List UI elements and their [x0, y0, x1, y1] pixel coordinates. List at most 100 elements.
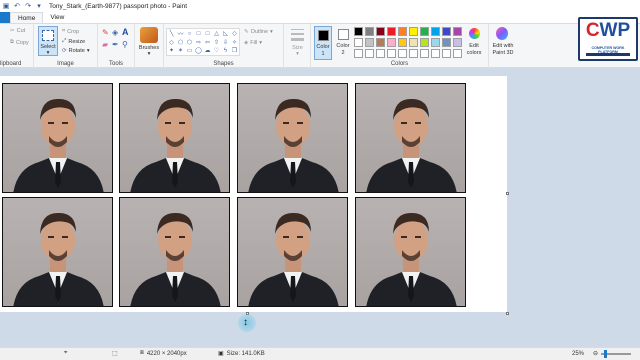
- palette-swatch[interactable]: [442, 49, 451, 58]
- size-line-icon: [291, 38, 304, 41]
- shapes-group-label: Shapes: [213, 61, 234, 67]
- shape-item[interactable]: ⬠: [178, 39, 183, 46]
- fill-bucket-icon[interactable]: ◈: [112, 28, 118, 37]
- tab-file[interactable]: [0, 12, 10, 23]
- shape-item[interactable]: ✦: [169, 47, 174, 54]
- palette-swatch[interactable]: [387, 38, 396, 47]
- tools-group-label: Tools: [108, 61, 123, 67]
- palette-swatch[interactable]: [431, 49, 440, 58]
- portrait-figure: [366, 212, 457, 306]
- color1-button[interactable]: Color 1: [314, 26, 332, 60]
- resize-button[interactable]: ⤢ Resize: [62, 38, 85, 45]
- customize-dropdown-icon[interactable]: ▾: [35, 2, 43, 10]
- tab-view[interactable]: View: [43, 12, 71, 23]
- shape-item[interactable]: ✶: [178, 47, 183, 54]
- brushes-dropdown-icon[interactable]: ▾: [135, 51, 163, 58]
- shapes-gallery[interactable]: ╲ 〰 ○ □ □ △ ◺ ◇ ◇ ⬠ ⬡ ⇨ ⇦ ⇧ ⇩ ✧ ✦ ✶ ▭ ◯ ☁ ♡ ϟ ❒: [166, 28, 240, 56]
- palette-swatch[interactable]: [453, 49, 462, 58]
- palette-swatch[interactable]: [365, 49, 374, 58]
- select-dropdown-icon[interactable]: ▾: [39, 50, 57, 57]
- palette-swatch[interactable]: [376, 38, 385, 47]
- shape-item[interactable]: ○: [188, 31, 192, 37]
- shape-item[interactable]: ϟ: [224, 48, 227, 54]
- palette-swatch[interactable]: [420, 27, 429, 36]
- shape-item[interactable]: △: [214, 30, 219, 37]
- palette-swatch[interactable]: [354, 38, 363, 47]
- fill-dropdown-icon: ▾: [259, 40, 263, 46]
- shape-item[interactable]: ⇧: [214, 39, 219, 46]
- tab-home[interactable]: Home: [10, 12, 44, 23]
- palette-swatch[interactable]: [409, 27, 418, 36]
- shape-item[interactable]: ⇦: [205, 39, 210, 46]
- crop-button[interactable]: ⌗ Crop: [62, 28, 79, 35]
- palette-swatch[interactable]: [420, 49, 429, 58]
- palette-swatch[interactable]: [376, 27, 385, 36]
- palette-swatch[interactable]: [442, 27, 451, 36]
- pencil-icon[interactable]: ✎: [102, 28, 109, 37]
- edit-paint3d-label: Edit with Paint 3D: [492, 43, 514, 56]
- palette-swatch[interactable]: [365, 38, 374, 47]
- palette-swatch[interactable]: [442, 38, 451, 47]
- position-indicator: ⌖: [64, 350, 67, 357]
- palette-swatch[interactable]: [387, 27, 396, 36]
- size-line-icon: [291, 33, 304, 35]
- canvas[interactable]: [0, 76, 507, 312]
- undo-icon[interactable]: ↶: [13, 2, 21, 10]
- color2-label: Color 2: [336, 43, 350, 56]
- zoom-out-icon[interactable]: ⊖: [593, 350, 598, 357]
- palette-swatch[interactable]: [453, 38, 462, 47]
- resize-handle-right[interactable]: [506, 192, 509, 195]
- shape-item[interactable]: ◺: [223, 30, 228, 37]
- palette-swatch[interactable]: [398, 38, 407, 47]
- cut-button[interactable]: ✂ Cut: [10, 28, 25, 34]
- palette-swatch[interactable]: [431, 38, 440, 47]
- shape-item[interactable]: ⇩: [223, 39, 228, 46]
- shape-item[interactable]: ☁: [205, 47, 211, 54]
- palette-swatch[interactable]: [398, 27, 407, 36]
- outline-dropdown-icon: ▾: [270, 29, 273, 35]
- palette-swatch[interactable]: [376, 49, 385, 58]
- palette-swatch[interactable]: [420, 38, 429, 47]
- select-icon: [42, 30, 54, 41]
- resize-handle-corner[interactable]: [506, 312, 509, 315]
- ribbon: ✂ Cut ⧉ Copy lipboard Select ▾ ⌗ Crop ⤢ …: [0, 23, 640, 68]
- shape-item[interactable]: ◯: [195, 47, 202, 54]
- save-icon[interactable]: ▣: [2, 2, 10, 10]
- redo-icon[interactable]: ↷: [24, 2, 32, 10]
- palette-swatch[interactable]: [387, 49, 396, 58]
- shape-item[interactable]: ❒: [232, 47, 237, 54]
- select-button[interactable]: Select ▾: [38, 26, 58, 56]
- shape-item[interactable]: ◇: [169, 39, 174, 46]
- fill-button[interactable]: ◈ Fill ▾: [244, 40, 262, 46]
- shape-item[interactable]: 〰: [177, 29, 183, 38]
- zoom-slider[interactable]: [601, 349, 632, 358]
- shape-item[interactable]: ⇨: [196, 39, 201, 46]
- palette-swatch[interactable]: [398, 49, 407, 58]
- palette-swatch[interactable]: [409, 38, 418, 47]
- eraser-icon[interactable]: ▰: [102, 40, 108, 49]
- shape-item[interactable]: ▭: [187, 47, 193, 54]
- rotate-button[interactable]: ⟳ Rotate ▾: [62, 48, 90, 54]
- text-icon[interactable]: A: [122, 27, 129, 37]
- palette-swatch[interactable]: [409, 49, 418, 58]
- shape-item[interactable]: ◇: [232, 30, 237, 37]
- color-picker-icon[interactable]: ✒: [112, 40, 119, 49]
- size-dropdown-icon[interactable]: ▾: [284, 51, 311, 58]
- shape-item[interactable]: □: [197, 31, 201, 37]
- shape-item[interactable]: ╲: [170, 30, 174, 37]
- shape-item[interactable]: ⬡: [187, 39, 192, 46]
- magnifier-icon[interactable]: ⚲: [122, 40, 128, 49]
- shape-item[interactable]: ♡: [214, 47, 219, 54]
- shape-item[interactable]: ✧: [232, 39, 237, 46]
- palette-swatch[interactable]: [354, 27, 363, 36]
- brushes-icon[interactable]: [140, 27, 158, 43]
- outline-button[interactable]: ✎ Outline ▾: [244, 29, 273, 35]
- zoom-slider-thumb[interactable]: [604, 349, 608, 358]
- palette-swatch[interactable]: [354, 49, 363, 58]
- palette-swatch[interactable]: [453, 27, 462, 36]
- palette-swatch[interactable]: [365, 27, 374, 36]
- copy-button[interactable]: ⧉ Copy: [10, 39, 29, 46]
- shape-item[interactable]: □: [206, 31, 210, 37]
- palette-swatch[interactable]: [431, 27, 440, 36]
- passport-photo: [237, 83, 348, 193]
